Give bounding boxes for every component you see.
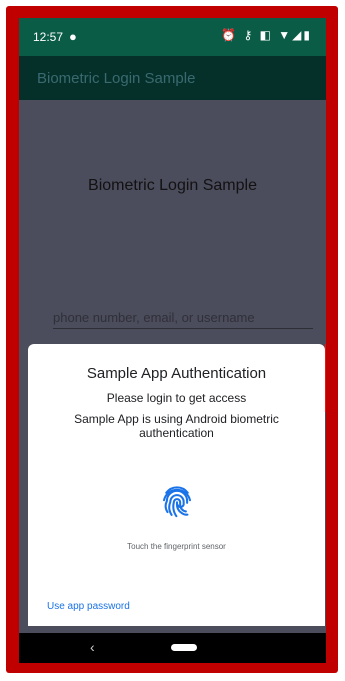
fingerprint-hint: Touch the fingerprint sensor (127, 542, 226, 551)
status-bar: 12:57 ● ⏰ ⚷ ◧ ▼◢▮ (19, 18, 326, 56)
use-app-password-button[interactable]: Use app password (47, 601, 130, 612)
status-icons: ⏰ ⚷ ◧ ▼◢▮ (221, 28, 312, 42)
username-input[interactable] (53, 306, 313, 329)
app-bar: Biometric Login Sample (19, 56, 326, 100)
status-time: 12:57 (33, 30, 64, 44)
app-bar-title: Biometric Login Sample (37, 70, 196, 87)
prompt-title: Sample App Authentication (86, 365, 267, 382)
prompt-description: Sample App is using Android biometric au… (74, 412, 279, 440)
navigation-bar: ‹ (19, 633, 326, 663)
biometric-prompt-sheet: Sample App Authentication Please login t… (28, 344, 325, 626)
back-icon[interactable]: ‹ (90, 639, 95, 655)
screen-title: Biometric Login Sample (88, 177, 257, 194)
prompt-subtitle: Please login to get access (106, 391, 247, 405)
red-accent-bar (325, 344, 326, 412)
chat-bubble-icon: ● (69, 29, 77, 44)
phone-screen: 12:57 ● ⏰ ⚷ ◧ ▼◢▮ Biometric Login Sample… (19, 18, 326, 663)
home-pill-icon[interactable] (171, 644, 197, 651)
fingerprint-icon[interactable] (158, 482, 196, 520)
